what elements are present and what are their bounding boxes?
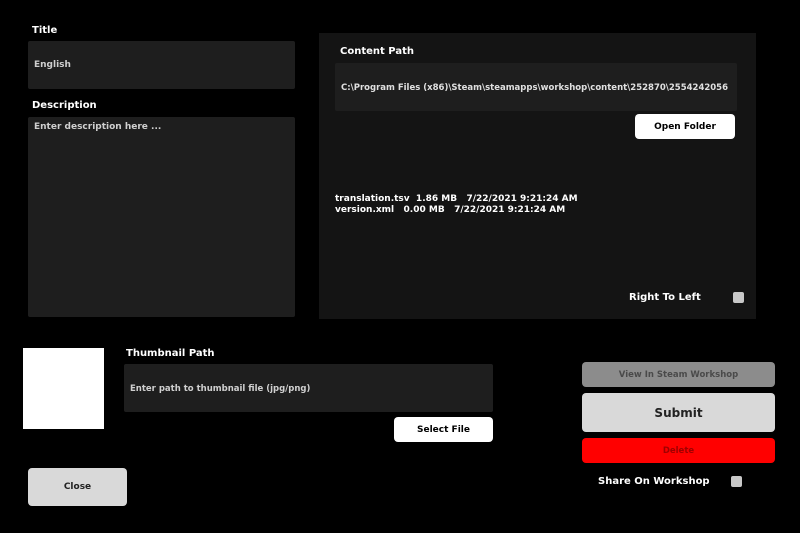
right-to-left-checkbox[interactable] xyxy=(733,292,744,303)
title-value: English xyxy=(34,60,71,70)
title-label: Title xyxy=(32,25,58,36)
submit-button[interactable]: Submit xyxy=(582,393,775,432)
thumbnail-path-placeholder: Enter path to thumbnail file (jpg/png) xyxy=(130,384,311,394)
file-list-item: translation.tsv 1.86 MB 7/22/2021 9:21:2… xyxy=(335,194,578,204)
content-path-label: Content Path xyxy=(340,46,414,57)
right-to-left-label: Right To Left xyxy=(629,292,701,303)
select-file-button[interactable]: Select File xyxy=(394,417,493,442)
thumbnail-path-input[interactable]: Enter path to thumbnail file (jpg/png) xyxy=(124,364,493,412)
description-label: Description xyxy=(32,100,97,111)
file-list-item: version.xml 0.00 MB 7/22/2021 9:21:24 AM xyxy=(335,205,566,215)
content-path-field[interactable]: C:\Program Files (x86)\Steam\steamapps\w… xyxy=(335,63,737,111)
view-in-steam-workshop-button[interactable]: View In Steam Workshop xyxy=(582,362,775,387)
description-placeholder: Enter description here ... xyxy=(34,122,162,132)
file-list: translation.tsv 1.86 MB 7/22/2021 9:21:2… xyxy=(335,194,578,216)
content-path-value: C:\Program Files (x86)\Steam\steamapps\w… xyxy=(341,83,729,93)
close-button[interactable]: Close xyxy=(28,468,127,506)
delete-button[interactable]: Delete xyxy=(582,438,775,463)
description-input[interactable]: Enter description here ... xyxy=(28,117,295,317)
share-on-workshop-checkbox[interactable] xyxy=(731,476,742,487)
title-input[interactable]: English xyxy=(28,41,295,89)
open-folder-button[interactable]: Open Folder xyxy=(635,114,735,139)
thumbnail-preview xyxy=(23,348,104,429)
share-on-workshop-label: Share On Workshop xyxy=(598,476,710,487)
content-panel: Content Path C:\Program Files (x86)\Stea… xyxy=(319,33,756,319)
thumbnail-path-label: Thumbnail Path xyxy=(126,348,215,359)
